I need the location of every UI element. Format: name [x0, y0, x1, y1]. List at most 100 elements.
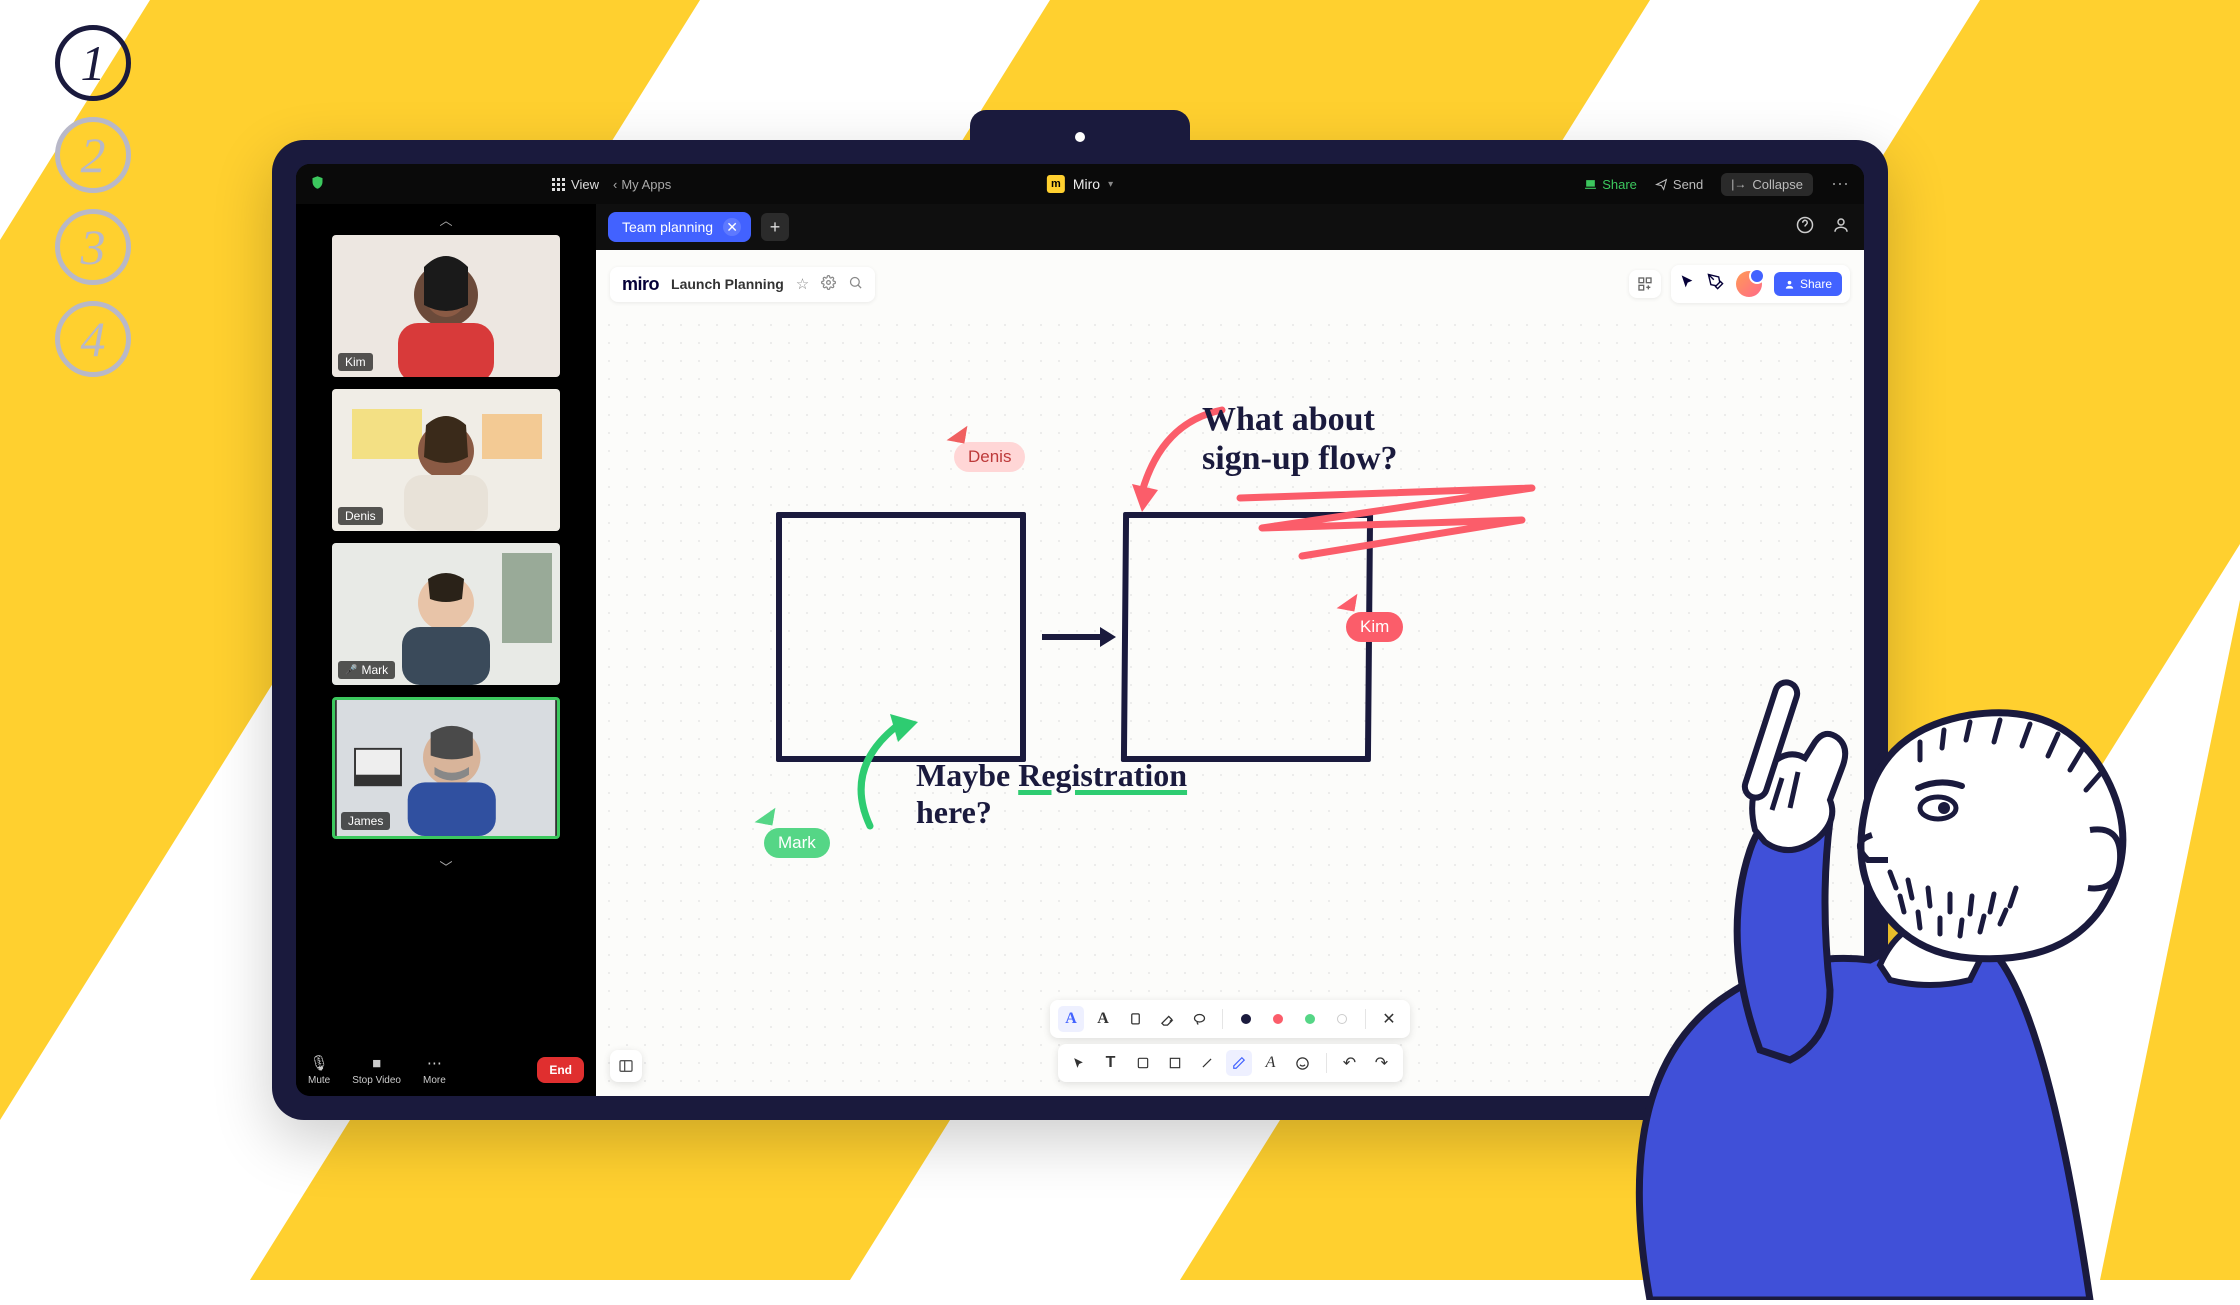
video-sidebar: ︿ Kim Denis 🎤Mark James ﹀ — [296, 204, 596, 1096]
cursor-tool-icon[interactable] — [1679, 274, 1695, 294]
muted-icon: 🎤 — [345, 665, 357, 676]
annotation-signup-flow[interactable]: What about sign-up flow? — [1202, 400, 1398, 478]
share-button-top[interactable]: Share — [1584, 177, 1637, 192]
collapse-icon: |→ — [1731, 177, 1746, 191]
send-button[interactable]: Send — [1655, 177, 1703, 192]
miro-logo-icon: m — [1047, 175, 1065, 193]
share-board-button[interactable]: Share — [1774, 272, 1842, 296]
miro-wordmark[interactable]: miro — [622, 274, 659, 295]
annotation-registration[interactable]: Maybe Registration here? — [916, 757, 1187, 831]
pen-a-icon[interactable]: A — [1058, 1006, 1084, 1032]
camera-icon: ■ — [372, 1055, 381, 1072]
close-tab-icon[interactable]: ✕ — [723, 218, 741, 236]
apps-button[interactable] — [1629, 270, 1661, 298]
color-green[interactable] — [1297, 1006, 1323, 1032]
color-navy[interactable] — [1233, 1006, 1259, 1032]
more-controls-button[interactable]: ⋯More — [423, 1054, 446, 1086]
cursor-kim: Kim — [1346, 612, 1403, 642]
shape-tool-icon[interactable] — [1162, 1050, 1188, 1076]
name-tag: Kim — [338, 353, 373, 371]
stop-video-button[interactable]: ■Stop Video — [352, 1055, 401, 1086]
more-menu-icon[interactable]: ⋯ — [1831, 174, 1850, 195]
miro-header: miro Launch Planning ☆ — [610, 264, 1850, 304]
marker-a-icon[interactable]: A — [1090, 1006, 1116, 1032]
step-1: 1 — [55, 25, 131, 101]
share-arrow-icon — [1584, 178, 1597, 191]
step-4: 4 — [55, 301, 131, 377]
user-avatar[interactable] — [1736, 271, 1762, 297]
step-indicators: 1 2 3 4 — [55, 25, 131, 393]
mute-button[interactable]: 🎙Mute — [308, 1054, 330, 1086]
video-tile-kim[interactable]: Kim — [332, 235, 560, 377]
chevron-left-icon: ‹ — [613, 177, 617, 192]
more-icon: ⋯ — [427, 1054, 442, 1072]
back-my-apps[interactable]: ‹ My Apps — [613, 177, 671, 192]
text-tool-icon[interactable]: T — [1098, 1050, 1124, 1076]
toolbar-row-colors: A A ✕ — [1050, 1000, 1410, 1038]
person-illustration — [1410, 520, 2190, 1300]
help-icon[interactable] — [1796, 216, 1814, 239]
back-label: My Apps — [621, 177, 671, 192]
new-tab-button[interactable]: + — [761, 213, 789, 241]
send-icon — [1655, 178, 1668, 191]
eraser-icon[interactable] — [1154, 1006, 1180, 1032]
pen-tool-icon[interactable] — [1707, 273, 1724, 295]
shield-icon — [310, 175, 325, 193]
collapse-label: Collapse — [1752, 177, 1803, 192]
conference-topbar: View ‹ My Apps m Miro ▾ Share Sen — [296, 164, 1864, 204]
share-label-top: Share — [1602, 177, 1637, 192]
video-tile-james[interactable]: James — [332, 697, 560, 839]
profile-icon[interactable] — [1832, 216, 1850, 239]
board-name[interactable]: Launch Planning — [671, 276, 784, 292]
tab-label: Team planning — [622, 219, 713, 235]
font-style-icon[interactable]: A — [1258, 1050, 1284, 1076]
video-controls-bar: 🎙Mute ■Stop Video ⋯More End — [296, 1044, 596, 1096]
name-tag: James — [341, 812, 390, 830]
close-toolbar-icon[interactable]: ✕ — [1376, 1006, 1402, 1032]
color-add[interactable] — [1329, 1006, 1355, 1032]
redo-icon[interactable]: ↷ — [1369, 1050, 1395, 1076]
tab-bar: Team planning ✕ + — [596, 204, 1864, 250]
mic-icon: 🎙 — [310, 1054, 329, 1072]
emoji-tool-icon[interactable] — [1290, 1050, 1316, 1076]
tab-team-planning[interactable]: Team planning ✕ — [608, 212, 751, 242]
cursor-mark: Mark — [764, 828, 830, 858]
chevron-down-icon[interactable]: ▾ — [1108, 179, 1113, 190]
panel-toggle-button[interactable] — [610, 1050, 642, 1082]
device-notch — [970, 110, 1190, 160]
end-call-button[interactable]: End — [537, 1057, 584, 1083]
video-tile-mark[interactable]: 🎤Mark — [332, 543, 560, 685]
name-tag: Denis — [338, 507, 383, 525]
collapse-button[interactable]: |→ Collapse — [1721, 173, 1813, 196]
settings-gear-icon[interactable] — [821, 275, 836, 294]
lasso-icon[interactable] — [1186, 1006, 1212, 1032]
color-red[interactable] — [1265, 1006, 1291, 1032]
app-title: m Miro ▾ — [1047, 175, 1113, 193]
sticky-tool-icon[interactable] — [1130, 1050, 1156, 1076]
scroll-up-icon[interactable]: ︿ — [439, 204, 452, 235]
view-label: View — [571, 177, 599, 192]
select-tool-icon[interactable] — [1066, 1050, 1092, 1076]
grid-icon — [552, 178, 565, 191]
view-button[interactable]: View — [552, 177, 599, 192]
step-2: 2 — [55, 117, 131, 193]
scroll-down-icon[interactable]: ﹀ — [439, 851, 452, 882]
name-tag: 🎤Mark — [338, 661, 395, 679]
search-icon[interactable] — [848, 275, 863, 294]
send-label: Send — [1673, 177, 1703, 192]
miro-toolbar: A A ✕ — [1050, 1000, 1410, 1082]
video-tile-denis[interactable]: Denis — [332, 389, 560, 531]
person-icon — [1784, 279, 1795, 290]
cursor-denis: Denis — [954, 442, 1025, 472]
highlighter-icon[interactable] — [1122, 1006, 1148, 1032]
star-icon[interactable]: ☆ — [796, 275, 809, 293]
step-3: 3 — [55, 209, 131, 285]
arrow-between-boxes — [1038, 622, 1118, 652]
apps-icon — [1637, 276, 1653, 292]
share-label: Share — [1800, 277, 1832, 291]
draw-tool-icon[interactable] — [1226, 1050, 1252, 1076]
undo-icon[interactable]: ↶ — [1337, 1050, 1363, 1076]
line-tool-icon[interactable] — [1194, 1050, 1220, 1076]
toolbar-row-tools: T A ↶ ↷ — [1058, 1044, 1403, 1082]
app-name-label: Miro — [1073, 176, 1100, 192]
